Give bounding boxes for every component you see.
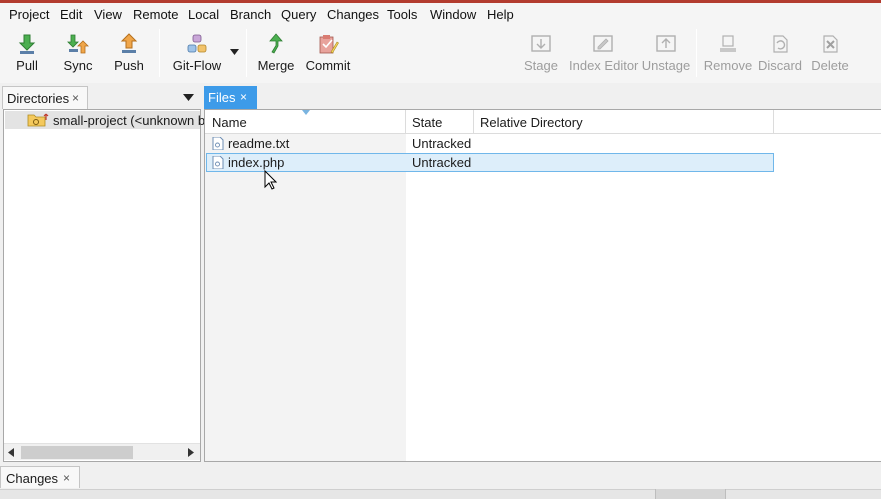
directories-tabbar: Directories × [0,86,201,109]
sort-descending-icon [302,110,310,115]
file-state: Untracked [412,155,472,170]
directories-panel [3,109,201,462]
column-header-state[interactable]: State [412,115,442,130]
changes-panel-edge [0,489,881,499]
scroll-right-icon[interactable] [188,448,194,457]
column-divider[interactable] [405,110,406,133]
stage-label: Stage [524,58,558,73]
remove-icon [720,35,736,52]
menu-local[interactable]: Local [188,7,219,22]
commit-icon [319,35,339,54]
merge-label: Merge [257,58,295,73]
discard-icon [773,35,788,53]
tree-item-small-project[interactable]: small-project (<unknown b [5,111,205,129]
menu-project[interactable]: Project [9,7,49,22]
unstage-button[interactable]: Unstage [641,27,691,79]
gitflow-button[interactable]: Git-Flow [168,27,226,79]
gitflow-label: Git-Flow [172,58,222,73]
column-header-name[interactable]: Name [212,115,247,130]
push-icon [120,33,138,53]
menu-help[interactable]: Help [487,7,514,22]
menu-query[interactable]: Query [281,7,316,22]
directories-tab-label: Directories [7,91,70,106]
menu-changes[interactable]: Changes [327,7,379,22]
remove-label: Remove [703,58,753,73]
file-name: readme.txt [228,136,290,151]
menu-window[interactable]: Window [430,7,476,22]
menu-bar: Project Edit View Remote Local Branch Qu… [0,3,881,27]
file-name: index.php [228,155,285,170]
stage-button[interactable]: Stage [520,27,562,79]
delete-icon [823,35,838,53]
gitflow-icon [187,34,207,53]
pull-label: Pull [16,58,38,73]
tree-item-label: small-project (<unknown b [53,113,206,128]
menu-view[interactable]: View [94,7,122,22]
directories-tab-close-icon[interactable]: × [72,91,79,105]
column-divider[interactable] [773,110,774,133]
index-editor-button[interactable]: Index Editor [569,27,639,79]
merge-icon [269,33,283,54]
toolbar-separator [246,29,247,77]
delete-label: Delete [811,58,849,73]
sync-button[interactable]: Sync [56,27,100,79]
changes-tab-label: Changes [6,471,59,486]
files-tab-close-icon[interactable]: × [240,90,247,104]
column-header-relative-directory[interactable]: Relative Directory [480,115,583,130]
commit-label: Commit [305,58,351,73]
delete-button[interactable]: Delete [810,27,850,79]
push-button[interactable]: Push [106,27,152,79]
directories-menu-chevron-icon[interactable] [183,94,194,101]
files-table-header: Name State Relative Directory [205,110,881,134]
tab-changes[interactable]: Changes × [0,466,80,488]
changes-panel-segment [655,489,726,499]
scroll-left-icon[interactable] [8,448,14,457]
directories-horizontal-scrollbar[interactable] [4,443,200,460]
sync-label: Sync [63,58,93,73]
scrollbar-thumb[interactable] [21,446,133,459]
menu-remote[interactable]: Remote [133,7,179,22]
push-label: Push [114,58,144,73]
unstage-label: Unstage [641,58,691,73]
unstage-icon [656,35,676,52]
file-icon [212,156,224,169]
index-editor-label: Index Editor [569,58,639,73]
toolbar-separator [159,29,160,77]
pull-button[interactable]: Pull [4,27,50,79]
changes-tab-close-icon[interactable]: × [63,471,70,485]
file-state: Untracked [412,136,472,151]
discard-label: Discard [757,58,803,73]
file-icon [212,137,224,150]
repository-folder-icon [27,113,49,127]
gitflow-dropdown-icon[interactable] [230,49,239,55]
merge-button[interactable]: Merge [254,27,298,79]
menu-branch[interactable]: Branch [230,7,271,22]
menu-edit[interactable]: Edit [60,7,82,22]
toolbar: Pull Sync Push Git-Flow Merge Commit Sta… [0,27,881,83]
commit-button[interactable]: Commit [304,27,352,79]
remove-button[interactable]: Remove [703,27,753,79]
column-divider[interactable] [473,110,474,133]
table-row-selected[interactable]: index.php Untracked [206,153,774,172]
name-column-background [205,134,406,461]
discard-button[interactable]: Discard [757,27,803,79]
table-row[interactable]: readme.txt Untracked [206,134,774,153]
menu-tools[interactable]: Tools [387,7,417,22]
sync-icon [67,34,89,54]
pull-icon [18,34,36,54]
index-editor-icon [593,35,613,52]
mouse-cursor-icon [264,170,277,190]
stage-icon [531,35,551,52]
tab-directories[interactable]: Directories × [2,86,88,109]
toolbar-separator [696,29,697,77]
files-tab-label: Files [208,90,236,105]
tab-files[interactable]: Files × [204,86,257,109]
